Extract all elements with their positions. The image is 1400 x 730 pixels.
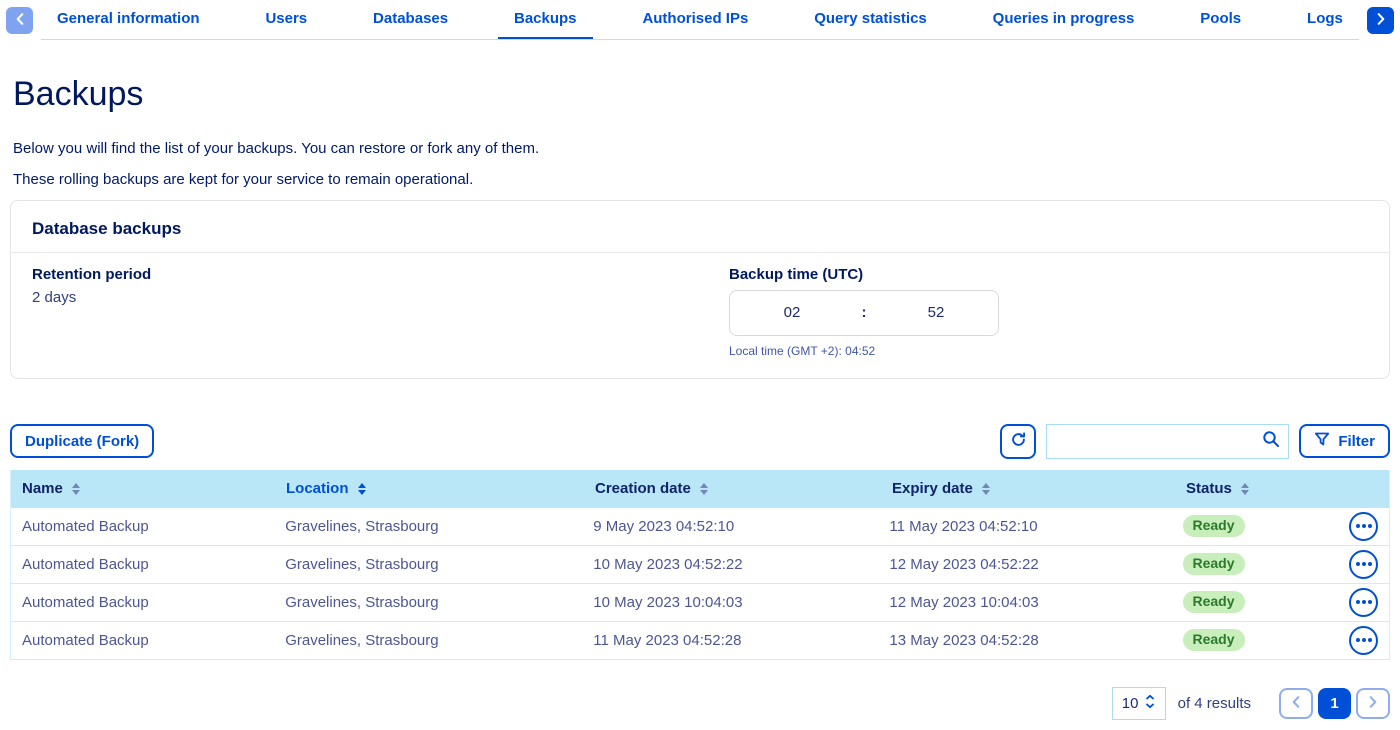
status-badge: Ready bbox=[1183, 553, 1245, 575]
status-badge: Ready bbox=[1183, 515, 1245, 537]
backup-time-separator: : bbox=[854, 304, 874, 321]
page-description-line2: These rolling backups are kept for your … bbox=[13, 171, 1390, 188]
row-actions-button[interactable] bbox=[1349, 550, 1378, 579]
cell-expiry-date: 13 May 2023 04:52:28 bbox=[889, 632, 1182, 649]
refresh-button[interactable] bbox=[1000, 424, 1036, 459]
pagination: 10 of 4 results 1 bbox=[10, 687, 1390, 720]
duplicate-fork-button[interactable]: Duplicate (Fork) bbox=[10, 424, 154, 458]
column-header-status[interactable]: Status bbox=[1186, 480, 1353, 497]
cell-creation-date: 11 May 2023 04:52:28 bbox=[593, 632, 889, 649]
retention-period-label: Retention period bbox=[32, 266, 729, 283]
page-description-line1: Below you will find the list of your bac… bbox=[13, 140, 1390, 157]
table-header-row: Name Location Creation date Expiry date … bbox=[11, 470, 1389, 508]
tab-databases[interactable]: Databases bbox=[357, 0, 464, 39]
cell-expiry-date: 12 May 2023 04:52:22 bbox=[889, 556, 1182, 573]
chevron-left-icon bbox=[1292, 696, 1300, 711]
status-badge: Ready bbox=[1183, 629, 1245, 651]
tab-queries-in-progress[interactable]: Queries in progress bbox=[977, 0, 1151, 39]
backups-table: Name Location Creation date Expiry date … bbox=[10, 470, 1390, 660]
tabs-scroll-left-button[interactable] bbox=[6, 7, 33, 34]
tab-backups[interactable]: Backups bbox=[498, 0, 593, 39]
cell-creation-date: 9 May 2023 04:52:10 bbox=[593, 518, 889, 535]
results-count-text: of 4 results bbox=[1178, 695, 1251, 712]
filter-funnel-icon bbox=[1314, 431, 1330, 451]
database-backups-card: Database backups Retention period 2 days… bbox=[10, 200, 1390, 379]
cell-name: Automated Backup bbox=[22, 518, 285, 535]
cell-name: Automated Backup bbox=[22, 632, 285, 649]
refresh-icon bbox=[1010, 431, 1027, 452]
retention-period-value: 2 days bbox=[32, 289, 729, 306]
cell-expiry-date: 12 May 2023 10:04:03 bbox=[889, 594, 1182, 611]
table-toolbar: Duplicate (Fork) Filter bbox=[10, 424, 1390, 459]
tab-pools[interactable]: Pools bbox=[1184, 0, 1257, 39]
table-row: Automated Backup Gravelines, Strasbourg … bbox=[11, 622, 1389, 660]
backup-time-label: Backup time (UTC) bbox=[729, 266, 1368, 283]
next-page-button[interactable] bbox=[1356, 688, 1390, 719]
sort-icon bbox=[72, 483, 80, 495]
chevron-left-icon bbox=[16, 13, 24, 28]
tab-users[interactable]: Users bbox=[249, 0, 323, 39]
cell-name: Automated Backup bbox=[22, 594, 285, 611]
cell-creation-date: 10 May 2023 10:04:03 bbox=[593, 594, 889, 611]
page-size-value: 10 bbox=[1122, 695, 1139, 712]
cell-location: Gravelines, Strasbourg bbox=[285, 594, 593, 611]
filter-button[interactable]: Filter bbox=[1299, 424, 1390, 458]
cell-location: Gravelines, Strasbourg bbox=[285, 556, 593, 573]
tab-bar: General information Users Databases Back… bbox=[0, 0, 1400, 40]
table-row: Automated Backup Gravelines, Strasbourg … bbox=[11, 584, 1389, 622]
cell-location: Gravelines, Strasbourg bbox=[285, 518, 593, 535]
tab-query-statistics[interactable]: Query statistics bbox=[798, 0, 943, 39]
cell-creation-date: 10 May 2023 04:52:22 bbox=[593, 556, 889, 573]
duplicate-fork-label: Duplicate (Fork) bbox=[25, 433, 139, 450]
tabs-scroll-right-button[interactable] bbox=[1367, 7, 1394, 34]
cell-expiry-date: 11 May 2023 04:52:10 bbox=[889, 518, 1182, 535]
column-header-name[interactable]: Name bbox=[22, 480, 286, 497]
row-actions-button[interactable] bbox=[1349, 512, 1378, 541]
filter-label: Filter bbox=[1338, 433, 1375, 450]
backup-time-hour-field[interactable]: 02 bbox=[730, 304, 854, 321]
column-header-location[interactable]: Location bbox=[286, 480, 595, 497]
row-actions-button[interactable] bbox=[1349, 588, 1378, 617]
column-header-expiry-date[interactable]: Expiry date bbox=[892, 480, 1186, 497]
sort-icon bbox=[1241, 483, 1249, 495]
previous-page-button[interactable] bbox=[1279, 688, 1313, 719]
status-badge: Ready bbox=[1183, 591, 1245, 613]
backup-time-input[interactable]: 02 : 52 bbox=[729, 290, 999, 336]
search-box bbox=[1046, 424, 1289, 459]
column-header-creation-date[interactable]: Creation date bbox=[595, 480, 892, 497]
table-row: Automated Backup Gravelines, Strasbourg … bbox=[11, 508, 1389, 546]
tabs: General information Users Databases Back… bbox=[41, 0, 1359, 40]
tab-authorised-ips[interactable]: Authorised IPs bbox=[626, 0, 764, 39]
backup-time-minute-field[interactable]: 52 bbox=[874, 304, 998, 321]
stepper-icon bbox=[1145, 694, 1155, 713]
sort-icon bbox=[700, 483, 708, 495]
tab-logs[interactable]: Logs bbox=[1291, 0, 1359, 39]
chevron-right-icon bbox=[1377, 13, 1385, 28]
table-row: Automated Backup Gravelines, Strasbourg … bbox=[11, 546, 1389, 584]
cell-name: Automated Backup bbox=[22, 556, 285, 573]
page-title: Backups bbox=[13, 73, 1390, 116]
card-title: Database backups bbox=[11, 201, 1389, 253]
local-time-note: Local time (GMT +2): 04:52 bbox=[729, 344, 1368, 358]
sort-icon bbox=[982, 483, 990, 495]
search-input[interactable] bbox=[1057, 433, 1262, 450]
cell-location: Gravelines, Strasbourg bbox=[285, 632, 593, 649]
search-icon bbox=[1262, 430, 1280, 453]
chevron-right-icon bbox=[1369, 696, 1377, 711]
main-content: Backups Below you will find the list of … bbox=[0, 73, 1400, 720]
row-actions-button[interactable] bbox=[1349, 626, 1378, 655]
sort-icon bbox=[358, 483, 366, 495]
tab-general-information[interactable]: General information bbox=[41, 0, 216, 39]
page-1-button[interactable]: 1 bbox=[1318, 688, 1351, 719]
page-size-select[interactable]: 10 bbox=[1112, 687, 1166, 720]
